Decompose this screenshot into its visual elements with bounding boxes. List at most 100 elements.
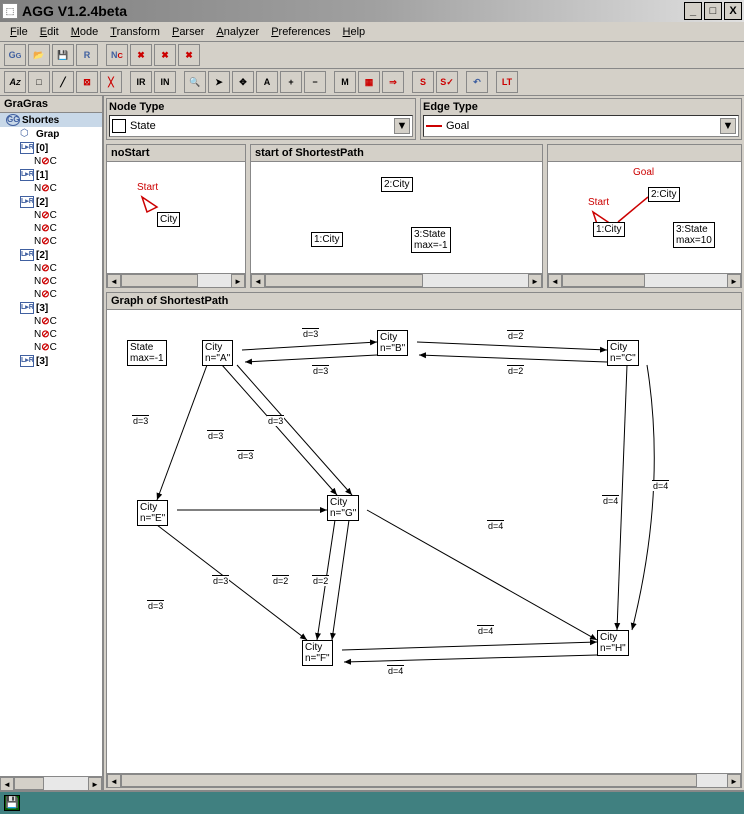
tool-gg[interactable]: GG [4, 44, 26, 66]
node-type-select[interactable]: State ▼ [109, 115, 413, 137]
app-icon: ⬚ [2, 3, 18, 19]
startof-panel: start of ShortestPath 2:City 1:City 3:St… [250, 144, 543, 288]
scroll-left[interactable]: ◄ [107, 774, 121, 788]
scroll-right[interactable]: ► [727, 274, 741, 288]
scroll-left[interactable]: ◄ [548, 274, 562, 288]
tree-item[interactable]: ⬡Grap [0, 127, 102, 141]
tree-item[interactable]: L▸R[0] [0, 141, 102, 155]
menu-help[interactable]: Help [337, 24, 372, 40]
dropdown-arrow-icon[interactable]: ▼ [394, 118, 410, 134]
menu-transform[interactable]: Transform [104, 24, 166, 40]
tool-grid[interactable]: ▦ [358, 71, 380, 93]
tree-item[interactable]: L▸R[1] [0, 168, 102, 182]
city2-node[interactable]: 2:City [381, 177, 413, 192]
tool-save[interactable]: 💾 [52, 44, 74, 66]
tree-item[interactable]: N⊘C [0, 288, 102, 301]
city-node-H[interactable]: Cityn="H" [597, 630, 629, 656]
maximize-button[interactable]: □ [704, 2, 722, 20]
city-node-C[interactable]: Cityn="C" [607, 340, 639, 366]
scroll-left[interactable]: ◄ [0, 777, 14, 791]
tool-az[interactable]: AZ [4, 71, 26, 93]
panel-body[interactable]: 2:City 1:City 3:Statemax=-1 [251, 162, 542, 273]
graph-canvas[interactable]: Statemax=-1 d=3 d=3 d=2 d=2 d=3 d=3 d=3 … [107, 310, 741, 773]
tool-nodetype[interactable]: □ [28, 71, 50, 93]
tool-m[interactable]: M [334, 71, 356, 93]
tool-undo[interactable]: ↶ [466, 71, 488, 93]
menu-analyzer[interactable]: Analyzer [210, 24, 265, 40]
tool-minus[interactable]: − [304, 71, 326, 93]
tree-item[interactable]: N⊘C [0, 262, 102, 275]
city1-node[interactable]: 1:City [311, 232, 343, 247]
menu-preferences[interactable]: Preferences [265, 24, 336, 40]
tree-item[interactable]: N⊘C [0, 222, 102, 235]
state-node[interactable]: Statemax=-1 [127, 340, 167, 366]
panel-body[interactable]: Goal Start 2:City 1:City 3:Statemax=10 [548, 162, 741, 273]
menu-edit[interactable]: Edit [34, 24, 65, 40]
tree[interactable]: GGShortes⬡GrapL▸R[0]N⊘CL▸R[1]N⊘CL▸R[2]N⊘… [0, 113, 102, 776]
edge-label: d=4 [602, 495, 619, 506]
city-node-A[interactable]: Cityn="A" [202, 340, 233, 366]
tool-delline[interactable]: ╳ [100, 71, 122, 93]
tool-plus[interactable]: + [280, 71, 302, 93]
tree-item[interactable]: N⊘C [0, 182, 102, 195]
tool-del1[interactable]: ✖ [130, 44, 152, 66]
tree-item[interactable]: L▸R[2] [0, 195, 102, 209]
tree-item[interactable]: N⊘C [0, 235, 102, 248]
scroll-right[interactable]: ► [88, 777, 102, 791]
tool-move[interactable]: ✥ [232, 71, 254, 93]
node-type-value: State [130, 120, 156, 132]
tool-open[interactable]: 📂 [28, 44, 50, 66]
city-node-B[interactable]: Cityn="B" [377, 330, 408, 356]
tool-del3[interactable]: ✖ [178, 44, 200, 66]
edge-label: d=3 [132, 415, 149, 426]
tree-item[interactable]: N⊘C [0, 315, 102, 328]
tree-item[interactable]: N⊘C [0, 209, 102, 222]
city2-node[interactable]: 2:City [648, 187, 680, 202]
dropdown-arrow-icon[interactable]: ▼ [720, 118, 736, 134]
tool-r[interactable]: R [76, 44, 98, 66]
tool-in[interactable]: IN [154, 71, 176, 93]
save-status-icon[interactable]: 💾 [4, 795, 20, 811]
panel-body[interactable]: Start City [107, 162, 245, 273]
goal-label: Goal [633, 167, 654, 178]
scroll-right[interactable]: ► [727, 774, 741, 788]
tool-zoom[interactable]: 🔍 [184, 71, 206, 93]
close-button[interactable]: X [724, 2, 742, 20]
city-node-G[interactable]: Cityn="G" [327, 495, 359, 521]
tree-item[interactable]: GGShortes [0, 113, 102, 127]
tool-arrow[interactable]: ⇒ [382, 71, 404, 93]
tool-text[interactable]: A [256, 71, 278, 93]
tree-item[interactable]: L▸R[3] [0, 354, 102, 368]
minimize-button[interactable]: _ [684, 2, 702, 20]
menu-mode[interactable]: Mode [65, 24, 105, 40]
tool-scheck[interactable]: S✓ [436, 71, 458, 93]
scroll-left[interactable]: ◄ [107, 274, 121, 288]
state-node[interactable]: 3:Statemax=10 [673, 222, 715, 248]
tool-delnode[interactable]: ⊠ [76, 71, 98, 93]
city1-node[interactable]: 1:City [593, 222, 625, 237]
menu-parser[interactable]: Parser [166, 24, 210, 40]
tool-ir[interactable]: IR [130, 71, 152, 93]
scroll-left[interactable]: ◄ [251, 274, 265, 288]
edge-type-select[interactable]: Goal ▼ [423, 115, 739, 137]
tree-item[interactable]: N⊘C [0, 155, 102, 168]
city-node[interactable]: City [157, 212, 180, 227]
city-node-F[interactable]: Cityn="F" [302, 640, 333, 666]
scroll-right[interactable]: ► [231, 274, 245, 288]
tree-item[interactable]: N⊘C [0, 328, 102, 341]
tool-s[interactable]: S [412, 71, 434, 93]
tree-item[interactable]: L▸R[2] [0, 248, 102, 262]
tool-del2[interactable]: ✖ [154, 44, 176, 66]
menu-file[interactable]: File [4, 24, 34, 40]
scroll-right[interactable]: ► [528, 274, 542, 288]
tool-nac[interactable]: NC [106, 44, 128, 66]
graph-panel: Graph of ShortestPath [106, 292, 742, 788]
state-node[interactable]: 3:Statemax=-1 [411, 227, 451, 253]
city-node-E[interactable]: Cityn="E" [137, 500, 168, 526]
tool-lt[interactable]: LT [496, 71, 518, 93]
tree-item[interactable]: L▸R[3] [0, 301, 102, 315]
tree-item[interactable]: N⊘C [0, 341, 102, 354]
tree-item[interactable]: N⊘C [0, 275, 102, 288]
tool-pointer[interactable]: ➤ [208, 71, 230, 93]
tool-line1[interactable]: ╱ [52, 71, 74, 93]
